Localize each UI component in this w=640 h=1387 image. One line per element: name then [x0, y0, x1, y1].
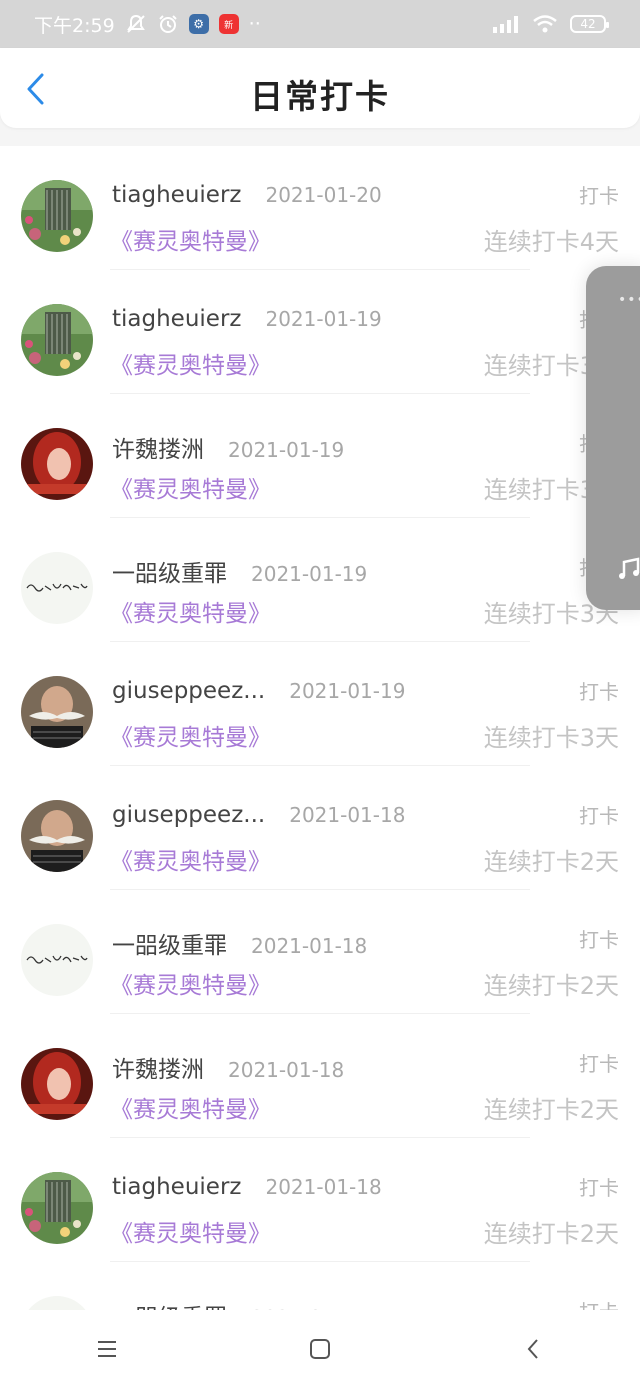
checkin-tag: 打卡 [579, 1052, 619, 1076]
red-hair-girl-avatar[interactable] [21, 1048, 93, 1120]
streak-label: 连续打卡2天 [483, 1096, 619, 1124]
checkin-row[interactable]: 许魏搂洲2021-01-19《赛灵奥特曼》打卡连续打卡3天 [0, 394, 640, 518]
streak-label: 连续打卡4天 [483, 228, 619, 256]
checkin-date: 2021-01-19 [289, 679, 406, 703]
signal-icon [492, 15, 520, 33]
checkin-tag: 打卡 [579, 804, 619, 828]
book-title[interactable]: 《赛灵奥特曼》 [110, 346, 271, 380]
system-nav-bar [0, 1310, 640, 1387]
calligraphy-avatar[interactable] [21, 924, 93, 996]
page-header: 日常打卡 [0, 48, 640, 128]
mustache-man-avatar[interactable] [21, 676, 93, 748]
calligraphy-avatar[interactable] [21, 552, 93, 624]
mute-icon [125, 13, 147, 35]
username[interactable]: tiagheuierz [112, 306, 241, 332]
username[interactable]: tiagheuierz [112, 182, 241, 208]
book-title[interactable]: 《赛灵奥特曼》 [110, 1090, 271, 1124]
music-note-icon[interactable] [616, 556, 640, 586]
book-title[interactable]: 《赛灵奥特曼》 [110, 966, 271, 1000]
checkin-tag: 打卡 [579, 184, 619, 208]
streak-label: 连续打卡2天 [483, 848, 619, 876]
checkin-date: 2021-01-19 [265, 307, 382, 331]
username[interactable]: 一㗊级重罪 [112, 1298, 227, 1310]
settings-app-icon: ⚙ [188, 14, 209, 34]
username[interactable]: giuseppeez... [112, 802, 265, 828]
username[interactable]: giuseppeez... [112, 678, 265, 704]
status-bar: 下午2:59 ⚙ 新 ·· 42 [0, 0, 640, 48]
back-chevron-icon [527, 1338, 539, 1359]
checkin-row[interactable]: tiagheuierz 2021-01-18 《赛灵奥特曼》 打卡连续打卡2天 [0, 1138, 640, 1262]
username[interactable]: 许魏搂洲 [112, 430, 204, 464]
garden-gate-avatar[interactable] [21, 304, 93, 376]
checkin-tag: 打卡 [579, 1176, 619, 1200]
username[interactable]: 许魏搂洲 [112, 1050, 204, 1084]
news-app-icon: 新 [218, 14, 239, 34]
checkin-date: 2021-01-19 [251, 562, 368, 586]
username[interactable]: tiagheuierz [112, 1174, 241, 1200]
streak-label: 连续打卡2天 [483, 1220, 619, 1248]
mustache-man-avatar[interactable] [21, 800, 93, 872]
checkin-date: 2021-01-18 [289, 803, 406, 827]
checkin-row[interactable]: 一㗊级重罪2021-01-19《赛灵奥特曼》打卡连续打卡3天 [0, 518, 640, 642]
checkin-row[interactable]: tiagheuierz 2021-01-20 《赛灵奥特曼》 打卡连续打卡4天 [0, 146, 640, 270]
book-title[interactable]: 《赛灵奥特曼》 [110, 594, 271, 628]
status-time: 下午2:59 [34, 14, 115, 37]
panel-dots: ••• [618, 292, 640, 308]
calligraphy-avatar[interactable] [21, 1296, 93, 1310]
username[interactable]: 一㗊级重罪 [112, 554, 227, 588]
checkin-row[interactable]: giuseppeez... 2021-01-18 《赛灵奥特曼》 打卡连续打卡2天 [0, 766, 640, 890]
checkin-date: 2021-01-19 [228, 438, 345, 462]
checkin-list[interactable]: tiagheuierz 2021-01-20 《赛灵奥特曼》 打卡 连续打卡4天 tiag… [0, 146, 640, 1310]
checkin-tag: 打卡 [579, 928, 619, 952]
streak-label: 连续打卡3天 [483, 724, 619, 752]
home-square-icon [309, 1338, 330, 1359]
more-notifications-icon: ·· [248, 13, 261, 35]
garden-gate-avatar[interactable] [21, 180, 93, 252]
checkin-date: 2021-01-18 [228, 1058, 345, 1082]
checkin-row[interactable]: tiagheuierz2021-01-19《赛灵奥特曼》打卡连续打卡3天 [0, 270, 640, 394]
checkin-row[interactable]: giuseppeez... 2021-01-19 《赛灵奥特曼》 打卡连续打卡3天 [0, 642, 640, 766]
streak-label: 连续打卡2天 [483, 972, 619, 1000]
alarm-icon [157, 13, 179, 35]
checkin-date: 2021-01-18 [251, 934, 368, 958]
page-title: 日常打卡 [250, 77, 390, 116]
garden-gate-avatar[interactable] [21, 1172, 93, 1244]
wifi-icon [532, 14, 558, 34]
book-title[interactable]: 《赛灵奥特曼》 [110, 1214, 271, 1248]
book-title[interactable]: 《赛灵奥特曼》 [110, 842, 271, 876]
username[interactable]: 一㗊级重罪 [112, 926, 227, 960]
menu-button[interactable] [77, 1319, 137, 1379]
checkin-date: 2021-01-18 [265, 1175, 382, 1199]
system-back-button[interactable] [503, 1319, 563, 1379]
floating-side-panel[interactable]: ••• [586, 266, 640, 610]
checkin-row[interactable]: 一㗊级重罪 2021-01-18 《赛灵奥特曼》 打卡连续打卡2天 [0, 890, 640, 1014]
book-title[interactable]: 《赛灵奥特曼》 [110, 222, 271, 256]
checkin-tag: 打卡 [579, 1296, 619, 1310]
battery-indicator: 42 [570, 15, 609, 33]
book-title[interactable]: 《赛灵奥特曼》 [110, 718, 271, 752]
checkin-row[interactable]: 一㗊级重罪2021-01-17《赛灵奥特曼》打卡连续打卡1天 [0, 1262, 640, 1310]
checkin-date: 2021-01-20 [265, 183, 382, 207]
home-button[interactable] [290, 1319, 350, 1379]
checkin-tag: 打卡 [579, 680, 619, 704]
red-hair-girl-avatar[interactable] [21, 428, 93, 500]
checkin-row[interactable]: 许魏搂洲 2021-01-18 《赛灵奥特曼》 打卡连续打卡2天 [0, 1014, 640, 1138]
menu-icon [97, 1340, 116, 1357]
book-title[interactable]: 《赛灵奥特曼》 [110, 470, 271, 504]
